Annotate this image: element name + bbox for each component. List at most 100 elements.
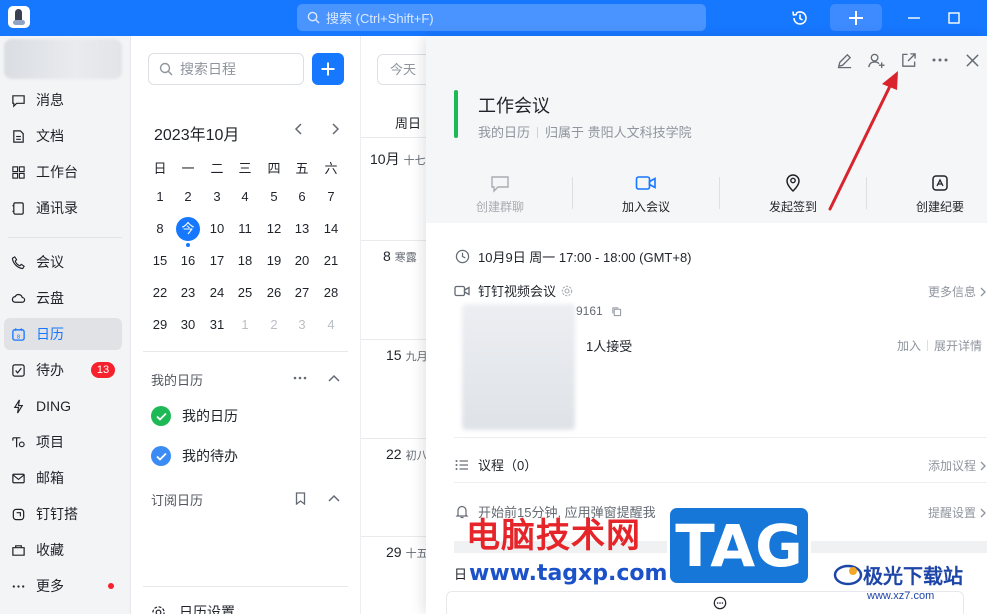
calendar-search-placeholder: 搜索日程 — [180, 61, 236, 77]
sidebar-item-calendar[interactable]: 8 日历 — [4, 318, 122, 350]
sidebar-item-workbench[interactable]: 工作台 — [4, 156, 122, 188]
meeting-settings-icon[interactable] — [561, 285, 573, 297]
week-divider — [361, 536, 426, 537]
calendar-day[interactable]: 7 — [317, 185, 345, 209]
more-horizontal-icon[interactable] — [291, 369, 309, 387]
watermark-title: 电脑技术网 — [466, 516, 641, 556]
global-search-placeholder: 搜索 (Ctrl+Shift+F) — [326, 11, 434, 26]
calendar-icon: 8 — [10, 326, 26, 342]
calendar-day[interactable]: 5 — [260, 185, 288, 209]
sidebar-item-ding[interactable]: DING — [4, 390, 122, 422]
calendar-day[interactable]: 25 — [231, 281, 259, 305]
calendar-day[interactable]: 16 — [174, 249, 202, 273]
more-info-link[interactable]: 更多信息 — [928, 283, 987, 300]
calendar-day[interactable]: 31 — [203, 313, 231, 337]
start-checkin-button[interactable]: 发起签到 — [738, 171, 848, 215]
calendar-day[interactable]: 6 — [288, 185, 316, 209]
maximize-icon[interactable] — [945, 7, 963, 29]
calendar-divider — [143, 586, 348, 587]
sidebar-item-docs[interactable]: 文档 — [4, 120, 122, 152]
copy-icon[interactable] — [611, 306, 622, 317]
chevron-right-icon[interactable] — [326, 120, 344, 138]
sidebar-item-mail[interactable]: 邮箱 — [4, 462, 122, 494]
reminder-settings-link[interactable]: 提醒设置 — [928, 504, 987, 521]
sidebar-item-label: 更多 — [36, 578, 64, 594]
calendar-day[interactable]: 30 — [174, 313, 202, 337]
calendar-day[interactable]: 24 — [203, 281, 231, 305]
calendar-day[interactable]: 17 — [203, 249, 231, 273]
create-event-button[interactable] — [312, 53, 344, 85]
todo-icon — [10, 362, 26, 378]
event-title: 工作会议 — [478, 96, 550, 116]
calendar-day[interactable]: 8 — [146, 217, 174, 241]
calendar-day[interactable]: 4 — [231, 185, 259, 209]
sidebar-item-messages[interactable]: 消息 — [4, 84, 122, 116]
calendar-day[interactable]: 14 — [317, 217, 345, 241]
user-profile[interactable] — [4, 39, 122, 79]
document-icon — [10, 128, 26, 144]
checkbox-checked-icon[interactable] — [151, 446, 171, 466]
calendar-day[interactable]: 29 — [146, 313, 174, 337]
chevron-up-icon[interactable] — [325, 369, 343, 387]
calendar-day[interactable]: 13 — [288, 217, 316, 241]
expand-details-link[interactable]: 展开详情 — [934, 337, 982, 354]
calendar-day[interactable]: 19 — [260, 249, 288, 273]
sidebar-item-favorites[interactable]: 收藏 — [4, 534, 122, 566]
checkbox-checked-icon[interactable] — [151, 406, 171, 426]
chevron-up-icon[interactable] — [325, 489, 343, 507]
sidebar-item-more[interactable]: 更多 — [4, 570, 122, 602]
calendar-day-next-month[interactable]: 1 — [231, 313, 259, 337]
calendar-day-next-month[interactable]: 3 — [288, 313, 316, 337]
calendar-day[interactable]: 12 — [260, 217, 288, 241]
sidebar-item-label: 消息 — [36, 92, 64, 108]
calendar-entry-my-todo[interactable]: 我的待办 — [151, 446, 238, 466]
calendar-day[interactable]: 22 — [146, 281, 174, 305]
join-meeting-button[interactable]: 加入会议 — [591, 171, 701, 215]
close-icon[interactable] — [961, 49, 983, 71]
calendar-settings-link[interactable]: 日历设置 — [151, 602, 235, 614]
create-notes-button[interactable]: 创建纪要 — [885, 171, 987, 215]
add-participant-icon[interactable] — [865, 49, 887, 71]
more-options-icon[interactable] — [929, 49, 951, 71]
calendar-day-next-month[interactable]: 2 — [260, 313, 288, 337]
calendar-day-next-month[interactable]: 4 — [317, 313, 345, 337]
week-date-cell[interactable]: 8 寒露 — [383, 248, 417, 265]
calendar-day[interactable]: 15 — [146, 249, 174, 273]
calendar-day[interactable]: 20 — [288, 249, 316, 273]
minimize-icon[interactable] — [905, 7, 923, 29]
calendar-day[interactable]: 28 — [317, 281, 345, 305]
history-icon[interactable] — [789, 7, 811, 29]
week-date-cell[interactable]: 10月 十七 — [370, 149, 426, 169]
calendar-day[interactable]: 11 — [231, 217, 259, 241]
week-date-cell[interactable]: 22 初八 — [386, 446, 428, 463]
sidebar-item-contacts[interactable]: 通讯录 — [4, 192, 122, 224]
create-group-chat-button[interactable]: 创建群聊 — [445, 171, 555, 215]
week-date-cell[interactable]: 15 九月 — [386, 347, 428, 364]
calendar-day[interactable]: 26 — [260, 281, 288, 305]
open-in-new-window-icon[interactable] — [897, 49, 919, 71]
sidebar-item-meetings[interactable]: 会议 — [4, 246, 122, 278]
calendar-day[interactable]: 3 — [203, 185, 231, 209]
sidebar-item-builder[interactable]: 钉钉搭 — [4, 498, 122, 530]
app-logo[interactable] — [8, 6, 30, 28]
global-search-input[interactable]: 搜索 (Ctrl+Shift+F) — [297, 4, 706, 31]
calendar-entry-my-calendar[interactable]: 我的日历 — [151, 406, 238, 426]
calendar-day[interactable]: 10 — [203, 217, 231, 241]
calendar-day[interactable]: 1 — [146, 185, 174, 209]
calendar-day[interactable]: 21 — [317, 249, 345, 273]
bookmark-add-icon[interactable] — [291, 489, 309, 507]
calendar-day-today[interactable]: 今 — [176, 217, 200, 241]
calendar-day[interactable]: 18 — [231, 249, 259, 273]
calendar-day[interactable]: 27 — [288, 281, 316, 305]
chevron-left-icon[interactable] — [290, 120, 308, 138]
calendar-day[interactable]: 23 — [174, 281, 202, 305]
sidebar-item-projects[interactable]: 项目 — [4, 426, 122, 458]
edit-icon[interactable] — [833, 49, 855, 71]
join-link[interactable]: 加入 — [897, 337, 921, 354]
week-date-cell[interactable]: 29 十五 — [386, 544, 428, 561]
create-button[interactable] — [830, 4, 882, 31]
calendar-day[interactable]: 2 — [174, 185, 202, 209]
add-agenda-link[interactable]: 添加议程 — [928, 457, 987, 474]
sidebar-item-drive[interactable]: 云盘 — [4, 282, 122, 314]
calendar-search-input[interactable]: 搜索日程 — [148, 53, 304, 85]
